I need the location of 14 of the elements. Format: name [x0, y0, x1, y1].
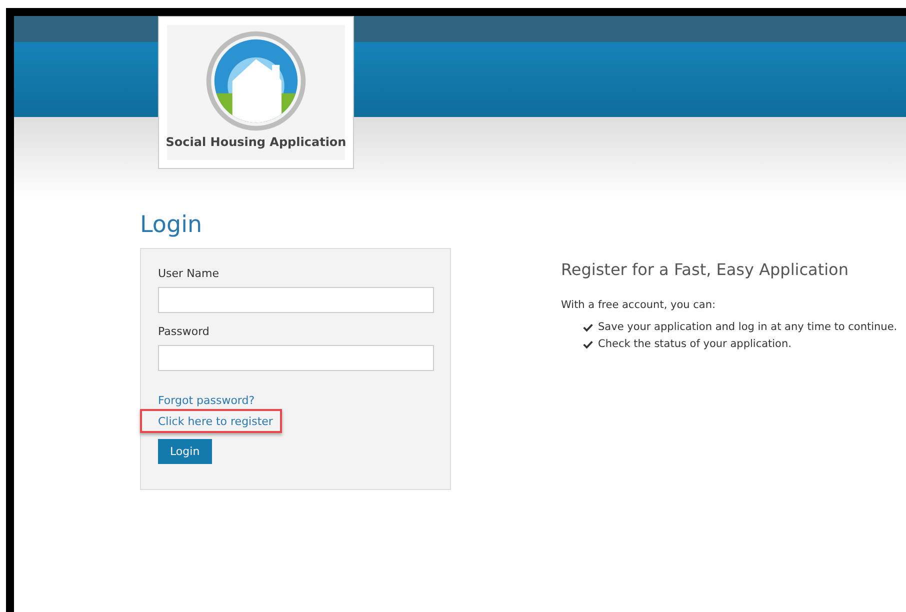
house-sunburst-logo-icon [204, 29, 308, 133]
link[interactable]: Click here to register [158, 413, 273, 431]
intro-text: With a free account, you can: [561, 299, 717, 311]
register-heading: Register for a Fast, Easy Application [561, 260, 850, 279]
login-button[interactable]: Login [158, 439, 212, 464]
link[interactable]: Forgot password? [158, 392, 255, 410]
benefit-text: Save your application and log in at any time to continue. [598, 321, 898, 333]
field-label: User Name [158, 267, 220, 280]
input-field[interactable] [158, 345, 434, 371]
field-label: Password [158, 325, 210, 338]
login-title: Login [140, 212, 204, 238]
logo-caption: Social Housing Application [166, 135, 346, 149]
input-field[interactable] [158, 287, 434, 313]
benefit-text: Check the status of your application. [598, 338, 792, 350]
